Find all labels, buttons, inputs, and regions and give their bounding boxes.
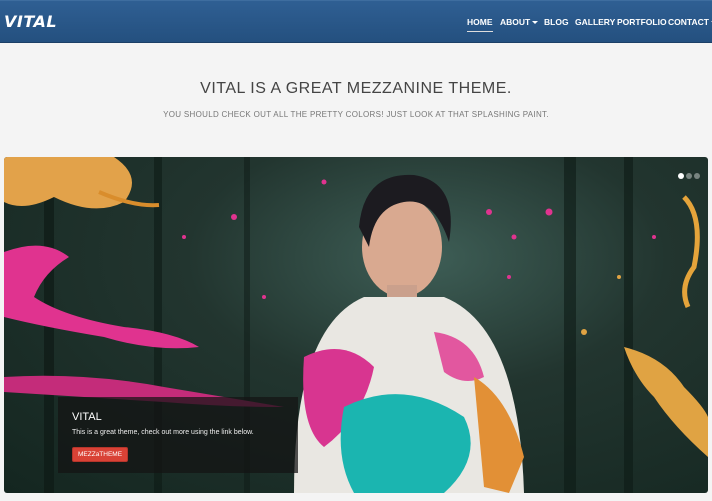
nav-contact-label: CONTACT (668, 17, 709, 27)
nav-about[interactable]: ABOUT (500, 17, 539, 27)
brand-logo[interactable]: VITAL (4, 12, 57, 31)
nav-about-label: ABOUT (500, 17, 531, 27)
caption-title: VITAL (72, 411, 102, 423)
nav-portfolio[interactable]: PORTFOLIO (617, 17, 667, 27)
slide-dot-2[interactable] (686, 173, 692, 179)
nav-blog[interactable]: BLOG (544, 17, 569, 27)
nav-gallery[interactable]: GALLERY (575, 17, 615, 27)
image-slider[interactable]: VITAL This is a great theme, check out m… (4, 157, 708, 493)
caption-button[interactable]: MEZZaTHEME (72, 447, 129, 462)
hero-subtitle: YOU SHOULD CHECK OUT ALL THE PRETTY COLO… (163, 110, 549, 119)
hero-title: VITAL IS A GREAT MEZZANINE THEME. (200, 80, 512, 97)
nav-contact[interactable]: CONTACT (668, 17, 712, 27)
chevron-down-icon (532, 21, 539, 25)
slide-dot-1[interactable] (678, 173, 684, 179)
navbar: VITAL HOME ABOUT BLOG GALLERY PORTFOLIO … (0, 0, 712, 43)
slide-caption: VITAL This is a great theme, check out m… (58, 397, 298, 473)
slide-dot-3[interactable] (694, 173, 700, 179)
caption-text: This is a great theme, check out more us… (72, 429, 254, 436)
slider-pagination (676, 166, 700, 184)
nav-home[interactable]: HOME (467, 17, 493, 32)
